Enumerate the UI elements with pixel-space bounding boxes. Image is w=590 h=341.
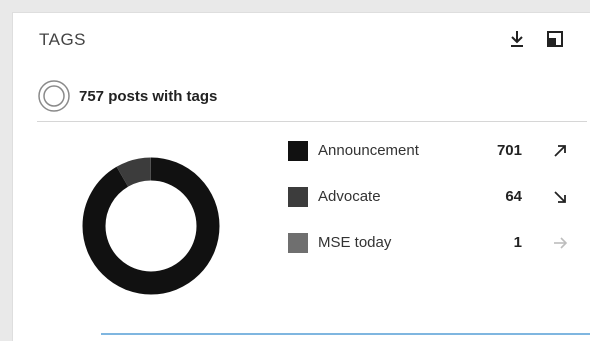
legend: Announcement 701 Advocate 64 MSE today 1	[288, 137, 578, 275]
trend-up-icon	[554, 145, 566, 157]
legend-label: MSE today	[318, 234, 392, 251]
legend-swatch	[288, 233, 308, 253]
legend-value: 1	[513, 234, 522, 251]
donut-slice-announcement[interactable]	[82, 157, 220, 295]
trend-down-icon	[554, 191, 566, 203]
summary-row: 757 posts with tags	[37, 79, 217, 113]
legend-label: Advocate	[318, 188, 381, 205]
legend-row-announcement[interactable]: Announcement 701	[288, 137, 578, 183]
tags-widget: TAGS 757 posts with tags Announcement 70…	[12, 12, 590, 341]
circle-icon	[38, 80, 70, 112]
legend-label: Announcement	[318, 142, 419, 159]
legend-row-advocate[interactable]: Advocate 64	[288, 183, 578, 229]
trend-flat-icon	[554, 237, 568, 249]
legend-swatch	[288, 141, 308, 161]
widget-title: TAGS	[39, 30, 87, 49]
donut-chart	[82, 157, 220, 295]
popout-icon[interactable]	[545, 29, 565, 49]
legend-value: 701	[496, 142, 522, 159]
legend-value: 64	[505, 188, 522, 205]
download-icon[interactable]	[507, 29, 527, 49]
divider	[37, 121, 587, 122]
legend-row-mse-today[interactable]: MSE today 1	[288, 229, 578, 275]
accent-line	[101, 333, 590, 335]
summary-text: 757 posts with tags	[79, 87, 218, 105]
legend-swatch	[288, 187, 308, 207]
